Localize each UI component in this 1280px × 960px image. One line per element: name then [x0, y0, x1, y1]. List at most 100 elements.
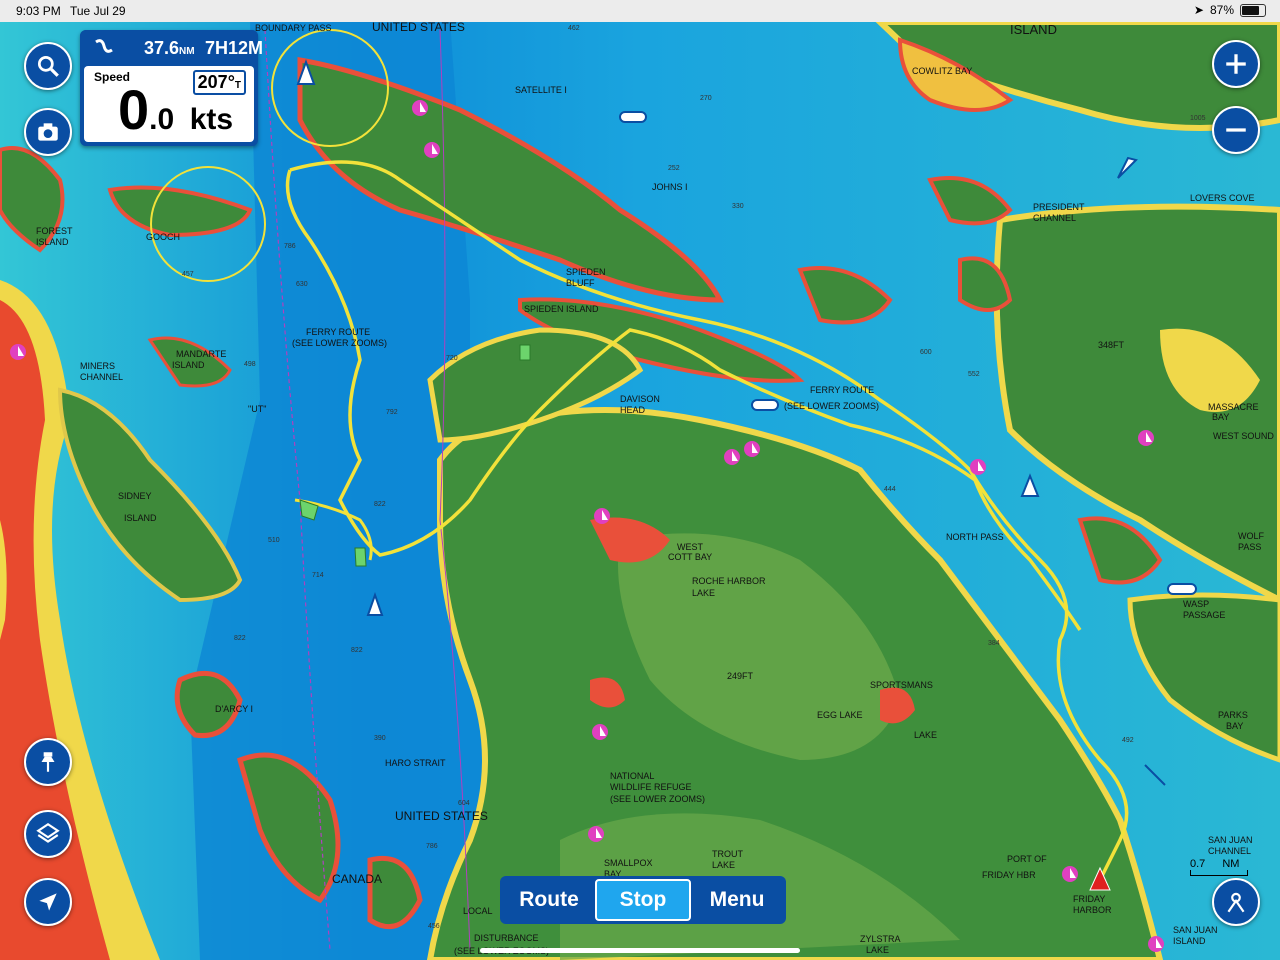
map-label: HARBOR: [1073, 905, 1112, 915]
map-label: SATELLITE I: [515, 85, 567, 95]
map-label: HARO STRAIT: [385, 758, 446, 768]
home-indicator[interactable]: [480, 948, 800, 953]
depth-sounding: 714: [312, 572, 324, 579]
map-label: CANADA: [332, 872, 382, 886]
marina-icon[interactable]: [970, 459, 986, 475]
heading-value: 207°T: [192, 70, 246, 95]
map-label: NATIONAL: [610, 771, 654, 781]
depth-sounding: 604: [458, 800, 470, 807]
depth-sounding: 630: [296, 281, 308, 288]
map-label: PASSAGE: [1183, 610, 1225, 620]
marina-icon[interactable]: [1148, 936, 1164, 952]
layers-button[interactable]: [24, 810, 72, 858]
map-label: CHANNEL: [80, 372, 123, 382]
location-arrow-icon: [39, 893, 57, 911]
map-label: COTT BAY: [668, 552, 712, 562]
map-label: SPIEDEN: [566, 267, 606, 277]
buoy-icon[interactable]: [519, 344, 531, 361]
location-services-icon: ➤: [1193, 3, 1204, 17]
zoom-in-button[interactable]: [1212, 40, 1260, 88]
map-label: LOVERS COVE: [1190, 193, 1255, 203]
map-label: BLUFF: [566, 278, 595, 288]
marina-icon[interactable]: [1138, 430, 1154, 446]
map-label: SPORTSMANS: [870, 680, 933, 690]
marina-icon[interactable]: [744, 441, 760, 457]
marina-icon[interactable]: [424, 142, 440, 158]
map-label: FERRY ROUTE: [810, 385, 874, 395]
map-label: ISLAND: [36, 237, 69, 247]
depth-sounding: 552: [968, 371, 980, 378]
depth-sounding: 462: [568, 25, 580, 32]
marina-icon[interactable]: [588, 826, 604, 842]
map-label: LAKE: [866, 945, 889, 955]
depth-sounding: 498: [244, 361, 256, 368]
depth-sounding: 457: [182, 271, 194, 278]
marina-icon[interactable]: [592, 724, 608, 740]
account-button[interactable]: [1212, 878, 1260, 926]
map-label: SMALLPOX: [604, 858, 653, 868]
marina-icon[interactable]: [1062, 866, 1078, 882]
zoom-out-button[interactable]: [1212, 106, 1260, 154]
depth-sounding: 330: [732, 203, 744, 210]
map-label: LAKE: [712, 860, 735, 870]
map-label: D'ARCY I: [215, 704, 253, 714]
map-label: LAKE: [914, 730, 937, 740]
vessel-arrow-icon[interactable]: [1167, 583, 1197, 595]
map-label: MASSACRE: [1208, 402, 1259, 412]
battery-percent: 87%: [1209, 3, 1234, 17]
map-label: CHANNEL: [1033, 213, 1076, 223]
marina-icon[interactable]: [594, 508, 610, 524]
camera-button[interactable]: [24, 108, 72, 156]
trip-duration: 7H12M: [205, 38, 264, 58]
menu-button[interactable]: Menu: [691, 879, 783, 921]
depth-sounding: 822: [374, 501, 386, 508]
marina-icon[interactable]: [412, 100, 428, 116]
battery-icon: [1240, 3, 1266, 17]
vessel-arrow-icon[interactable]: [619, 111, 647, 123]
depth-sounding: 270: [700, 95, 712, 102]
status-bar: 9:03 PM Tue Jul 29 ➤ 87%: [0, 0, 1280, 22]
marina-icon[interactable]: [724, 449, 740, 465]
magnifier-icon: [37, 55, 59, 77]
map-label: FRIDAY: [1073, 894, 1105, 904]
instrument-panel[interactable]: 37.6NM 7H12M Speed 0.0 kts 207°T: [80, 30, 263, 146]
status-date: Tue Jul 29: [70, 4, 126, 18]
map-label: NORTH PASS: [946, 532, 1004, 542]
stop-button[interactable]: Stop: [595, 879, 691, 921]
depth-sounding: 786: [426, 843, 438, 850]
camera-icon: [38, 123, 58, 141]
search-button[interactable]: [24, 42, 72, 90]
map-label: SAN JUAN: [1208, 835, 1253, 845]
map-label: HEAD: [620, 405, 646, 415]
plus-icon: [1226, 54, 1246, 74]
depth-sounding: 252: [668, 165, 680, 172]
account-icon: [1227, 892, 1245, 913]
scale-bar: 0.7 NM: [1190, 858, 1248, 876]
map-label: ISLAND: [1173, 936, 1206, 946]
depth-sounding: 384: [988, 640, 1000, 647]
map-label: FOREST: [36, 226, 73, 236]
depth-sounding: 390: [374, 735, 386, 742]
depth-sounding: 720: [446, 355, 458, 362]
route-button[interactable]: Route: [503, 879, 595, 921]
depth-sounding: 600: [920, 349, 932, 356]
map-label: (SEE LOWER ZOOMS): [610, 794, 705, 804]
map-label: BAY: [1212, 412, 1229, 422]
map-label: PASS: [1238, 542, 1261, 552]
scale-unit: NM: [1222, 858, 1240, 870]
buoy-icon[interactable]: [354, 547, 367, 567]
map-label: SIDNEY: [118, 491, 152, 501]
map-label: ROCHE HARBOR: [692, 576, 766, 586]
depth-sounding: 822: [234, 635, 246, 642]
map-label: GOOCH: [146, 232, 180, 242]
map-label: LOCAL: [463, 906, 493, 916]
vessel-arrow-icon[interactable]: [751, 399, 779, 411]
map-label: ZYLSTRA: [860, 934, 901, 944]
marina-icon[interactable]: [10, 344, 26, 360]
locate-button[interactable]: [24, 878, 72, 926]
map-label: MINERS: [80, 361, 115, 371]
map-label: (SEE LOWER ZOOMS): [292, 338, 387, 348]
add-waypoint-button[interactable]: [24, 738, 72, 786]
map-label: PORT OF: [1007, 854, 1047, 864]
map-label: SPIEDEN ISLAND: [524, 304, 599, 314]
